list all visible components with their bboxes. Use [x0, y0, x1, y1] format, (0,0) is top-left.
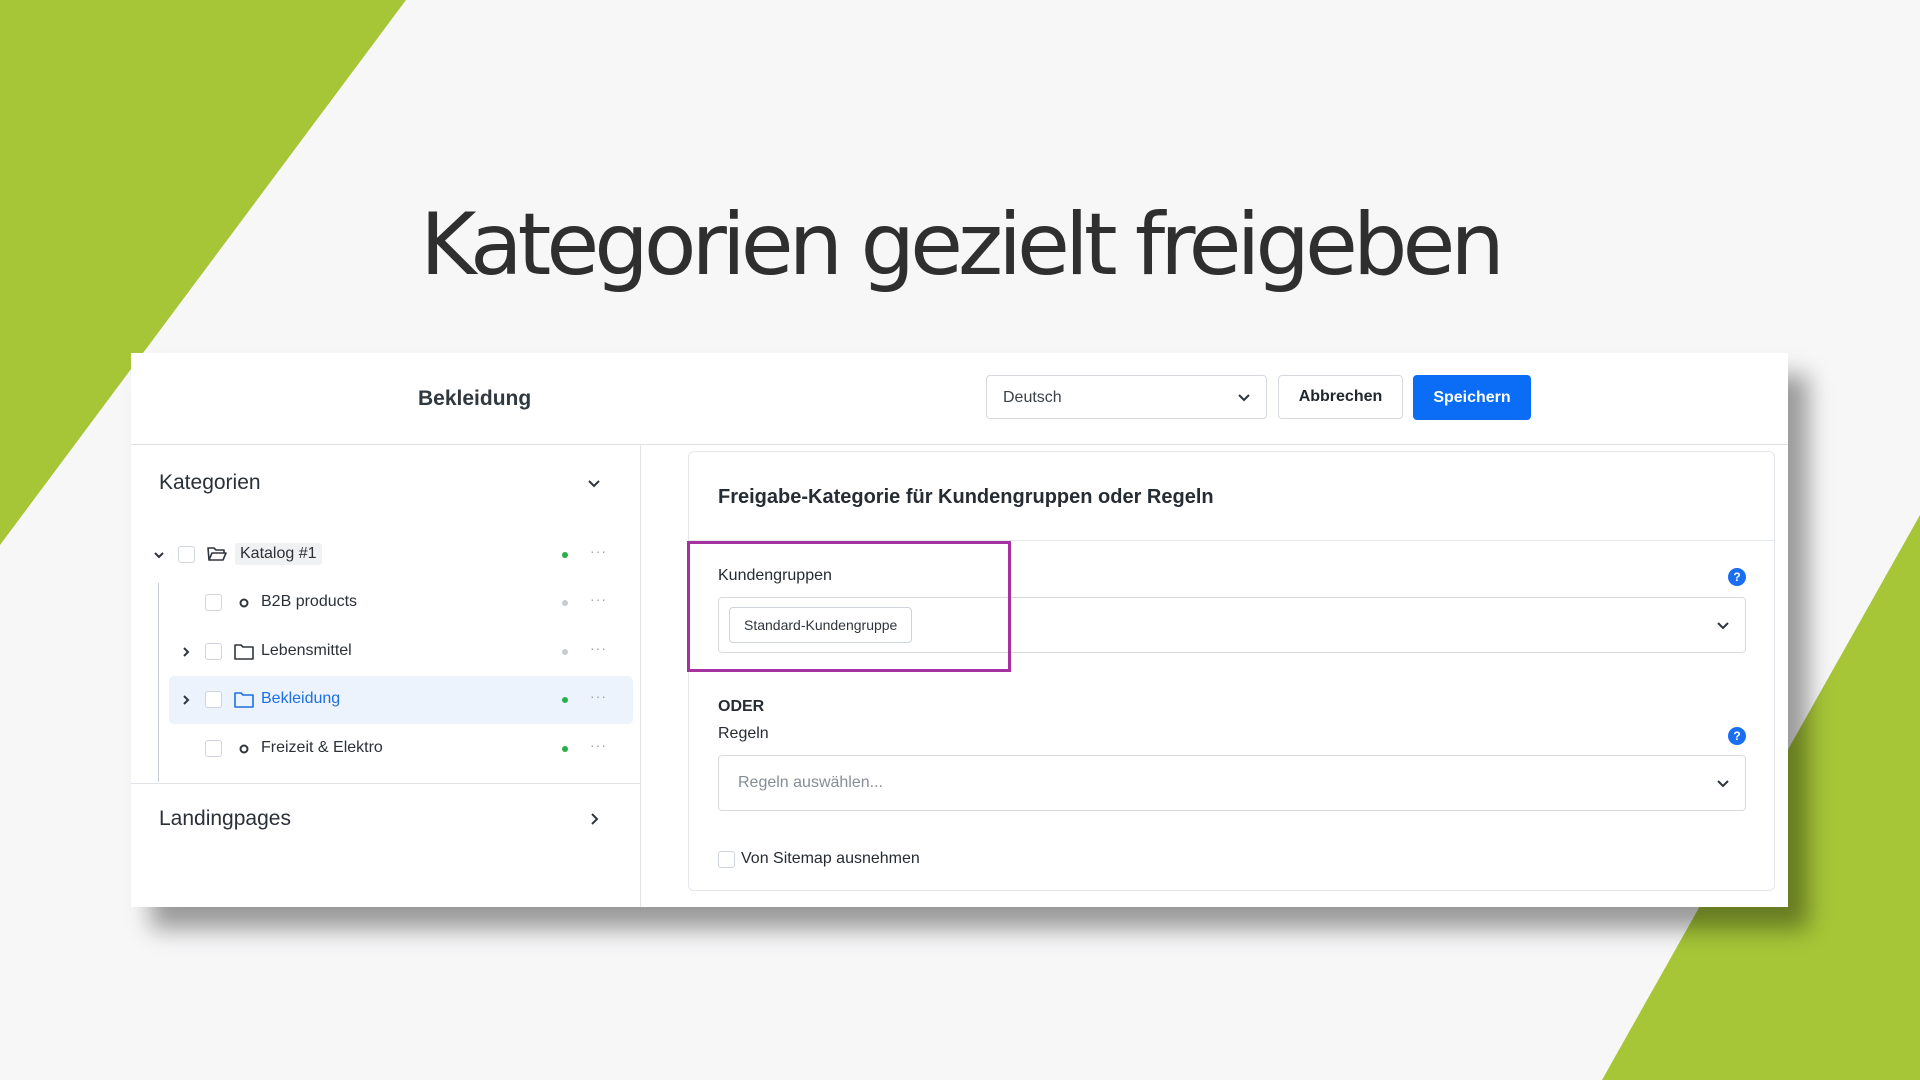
- folder-open-icon: [207, 547, 227, 561]
- tree-item-label: Katalog #1: [235, 543, 322, 565]
- chevron-right-icon[interactable]: [180, 694, 192, 706]
- circle-icon: [239, 598, 249, 608]
- landingpages-header[interactable]: Landingpages: [159, 807, 291, 831]
- categories-header[interactable]: Kategorien: [159, 471, 261, 495]
- tree-item-lebensmittel[interactable]: Lebensmittel ···: [131, 628, 640, 676]
- language-value: Deutsch: [1003, 389, 1062, 406]
- more-options-icon[interactable]: ···: [590, 688, 607, 704]
- save-button[interactable]: Speichern: [1413, 375, 1531, 420]
- more-options-icon[interactable]: ···: [590, 543, 607, 559]
- tree-item-katalog[interactable]: Katalog #1 ···: [131, 531, 640, 579]
- tree-item-checkbox[interactable]: [205, 740, 222, 757]
- tree-item-checkbox[interactable]: [205, 643, 222, 660]
- tree-item-label: Bekleidung: [261, 690, 341, 707]
- folder-icon: [234, 644, 254, 660]
- tree-item-b2b-products[interactable]: B2B products ···: [131, 579, 640, 627]
- status-dot-active: [562, 746, 568, 752]
- status-dot-active: [562, 552, 568, 558]
- category-sidebar: Kategorien Katalog #1 ··· B2B products ·…: [131, 445, 641, 907]
- rules-select[interactable]: Regeln auswählen...: [718, 755, 1746, 811]
- chevron-down-icon: [1238, 394, 1250, 402]
- highlight-frame: [687, 541, 1011, 672]
- sidebar-divider: [131, 783, 640, 784]
- card-title: Freigabe-Kategorie für Kundengruppen ode…: [718, 486, 1214, 508]
- sitemap-exclude-label: Von Sitemap ausnehmen: [741, 850, 920, 867]
- tree-item-checkbox[interactable]: [205, 594, 222, 611]
- status-dot-inactive: [562, 649, 568, 655]
- status-dot-active: [562, 697, 568, 703]
- page-title: Bekleidung: [418, 387, 532, 410]
- more-options-icon[interactable]: ···: [590, 640, 607, 656]
- language-select[interactable]: Deutsch: [986, 375, 1267, 419]
- rules-placeholder: Regeln auswählen...: [738, 774, 883, 791]
- chevron-down-icon[interactable]: [586, 475, 602, 491]
- tree-item-checkbox[interactable]: [205, 691, 222, 708]
- page-headline: Kategorien gezielt freigeben: [420, 195, 1505, 295]
- tree-item-freizeit-elektro[interactable]: Freizeit & Elektro ···: [131, 725, 640, 773]
- sitemap-exclude-checkbox[interactable]: [718, 851, 735, 868]
- more-options-icon[interactable]: ···: [590, 591, 607, 607]
- tree-item-label: Freizeit & Elektro: [261, 739, 383, 756]
- tree-item-label: B2B products: [261, 593, 358, 610]
- tree-item-label: Lebensmittel: [261, 642, 352, 659]
- chevron-down-icon: [1717, 622, 1729, 630]
- help-icon[interactable]: ?: [1728, 568, 1746, 586]
- chevron-down-icon[interactable]: [153, 549, 165, 561]
- rules-label: Regeln: [718, 725, 769, 742]
- folder-icon: [234, 692, 254, 708]
- tree-item-checkbox[interactable]: [178, 546, 195, 563]
- circle-icon: [239, 744, 249, 754]
- chevron-right-icon[interactable]: [180, 646, 192, 658]
- top-bar: Bekleidung Deutsch Abbrechen Speichern: [131, 353, 1788, 445]
- tree-item-bekleidung[interactable]: Bekleidung ···: [131, 676, 640, 724]
- status-dot-inactive: [562, 600, 568, 606]
- help-icon[interactable]: ?: [1728, 727, 1746, 745]
- chevron-right-icon[interactable]: [586, 811, 602, 827]
- more-options-icon[interactable]: ···: [590, 737, 607, 753]
- or-separator-label: ODER: [718, 698, 765, 715]
- chevron-down-icon: [1717, 780, 1729, 788]
- cancel-button[interactable]: Abbrechen: [1278, 375, 1403, 419]
